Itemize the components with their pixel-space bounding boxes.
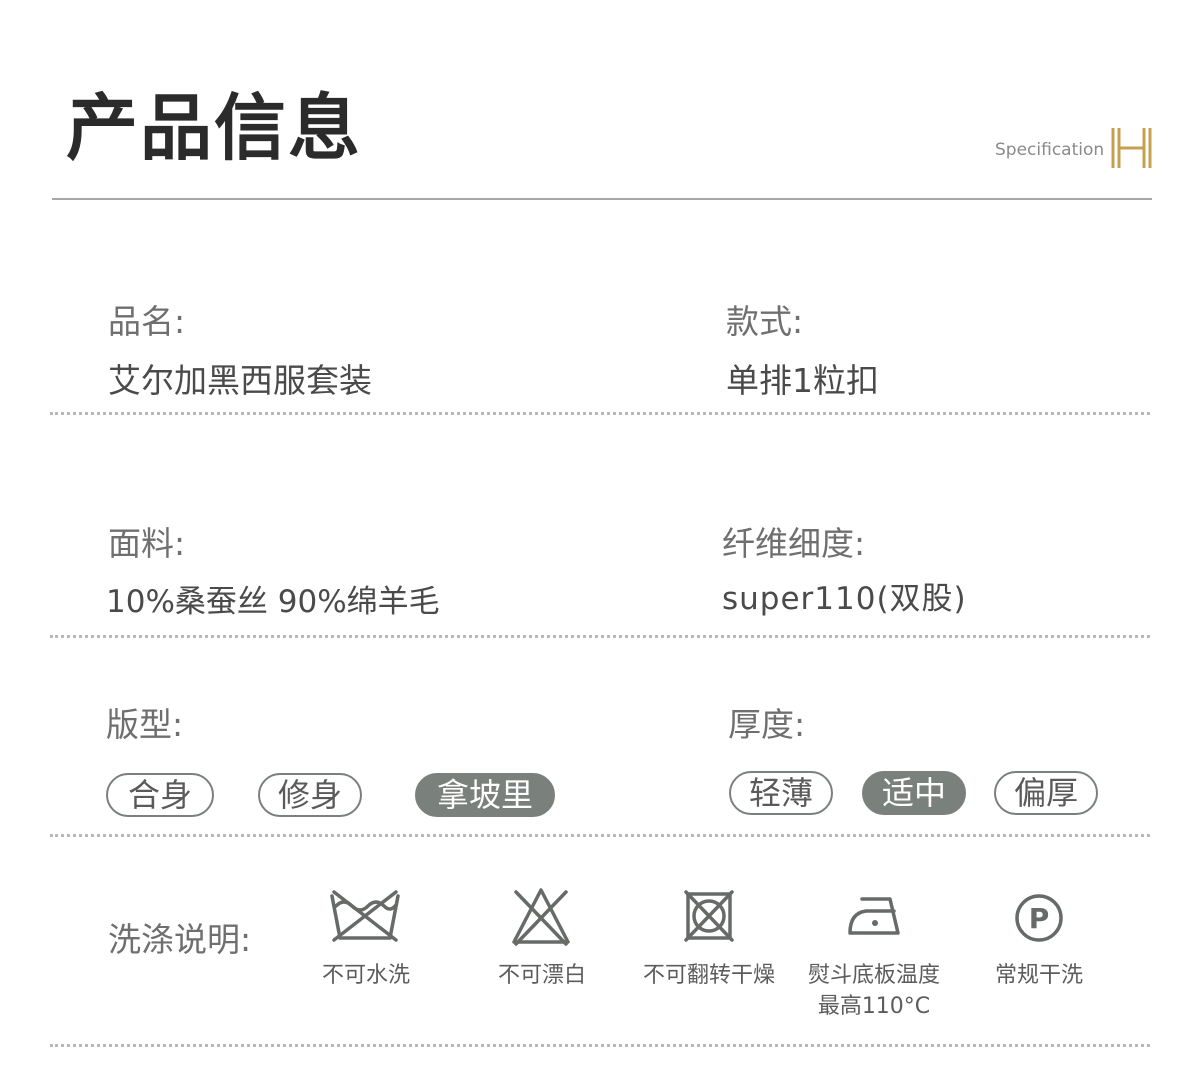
care-label: 洗涤说明: [108,920,252,959]
fit-option-slim[interactable]: 修身 [258,773,362,817]
no-bleach-icon [510,886,572,952]
thickness-option-thin[interactable]: 轻薄 [729,771,833,815]
row-divider [50,635,1150,638]
no-tumble-dry-icon [684,890,734,946]
thickness-label: 厚度: [728,705,806,744]
iron-medium-icon [846,893,902,941]
product-name-label: 品名: [108,302,186,341]
fabric-value: 10%桑蚕丝 90%绵羊毛 [106,584,440,620]
brand-h-logo-icon [1110,126,1154,174]
header-divider [52,198,1152,200]
care-text: 不可翻转干燥 [642,963,775,988]
fabric-label: 面料: [108,524,186,563]
fiber-fineness-value: super110(双股) [722,581,967,617]
fit-label: 版型: [106,705,184,744]
dry-clean-symbol: P [1029,902,1050,935]
no-wash-icon [328,888,402,948]
fiber-fineness-label: 纤维细度: [722,524,866,563]
fit-option-napoli-selected[interactable]: 拿坡里 [415,773,555,817]
row-divider [50,412,1150,415]
style-value: 单排1粒扣 [726,361,879,400]
row-divider [50,1044,1150,1047]
care-text: 熨斗底板温度 [807,963,940,988]
dry-clean-p-icon: P [1013,892,1065,948]
care-text: 不可漂白 [497,963,586,988]
page-title: 产品信息 [66,85,363,170]
fit-option-regular[interactable]: 合身 [106,773,214,817]
care-text: 常规干洗 [994,963,1083,988]
care-text-line2: 最高110°C [817,994,931,1019]
thickness-option-thick[interactable]: 偏厚 [994,771,1098,815]
thickness-option-medium-selected[interactable]: 适中 [862,771,966,815]
specification-label: Specification [995,140,1105,160]
care-text: 不可水洗 [321,963,410,988]
style-label: 款式: [726,302,804,341]
product-name-value: 艾尔加黑西服套装 [108,361,372,400]
row-divider [50,834,1150,837]
